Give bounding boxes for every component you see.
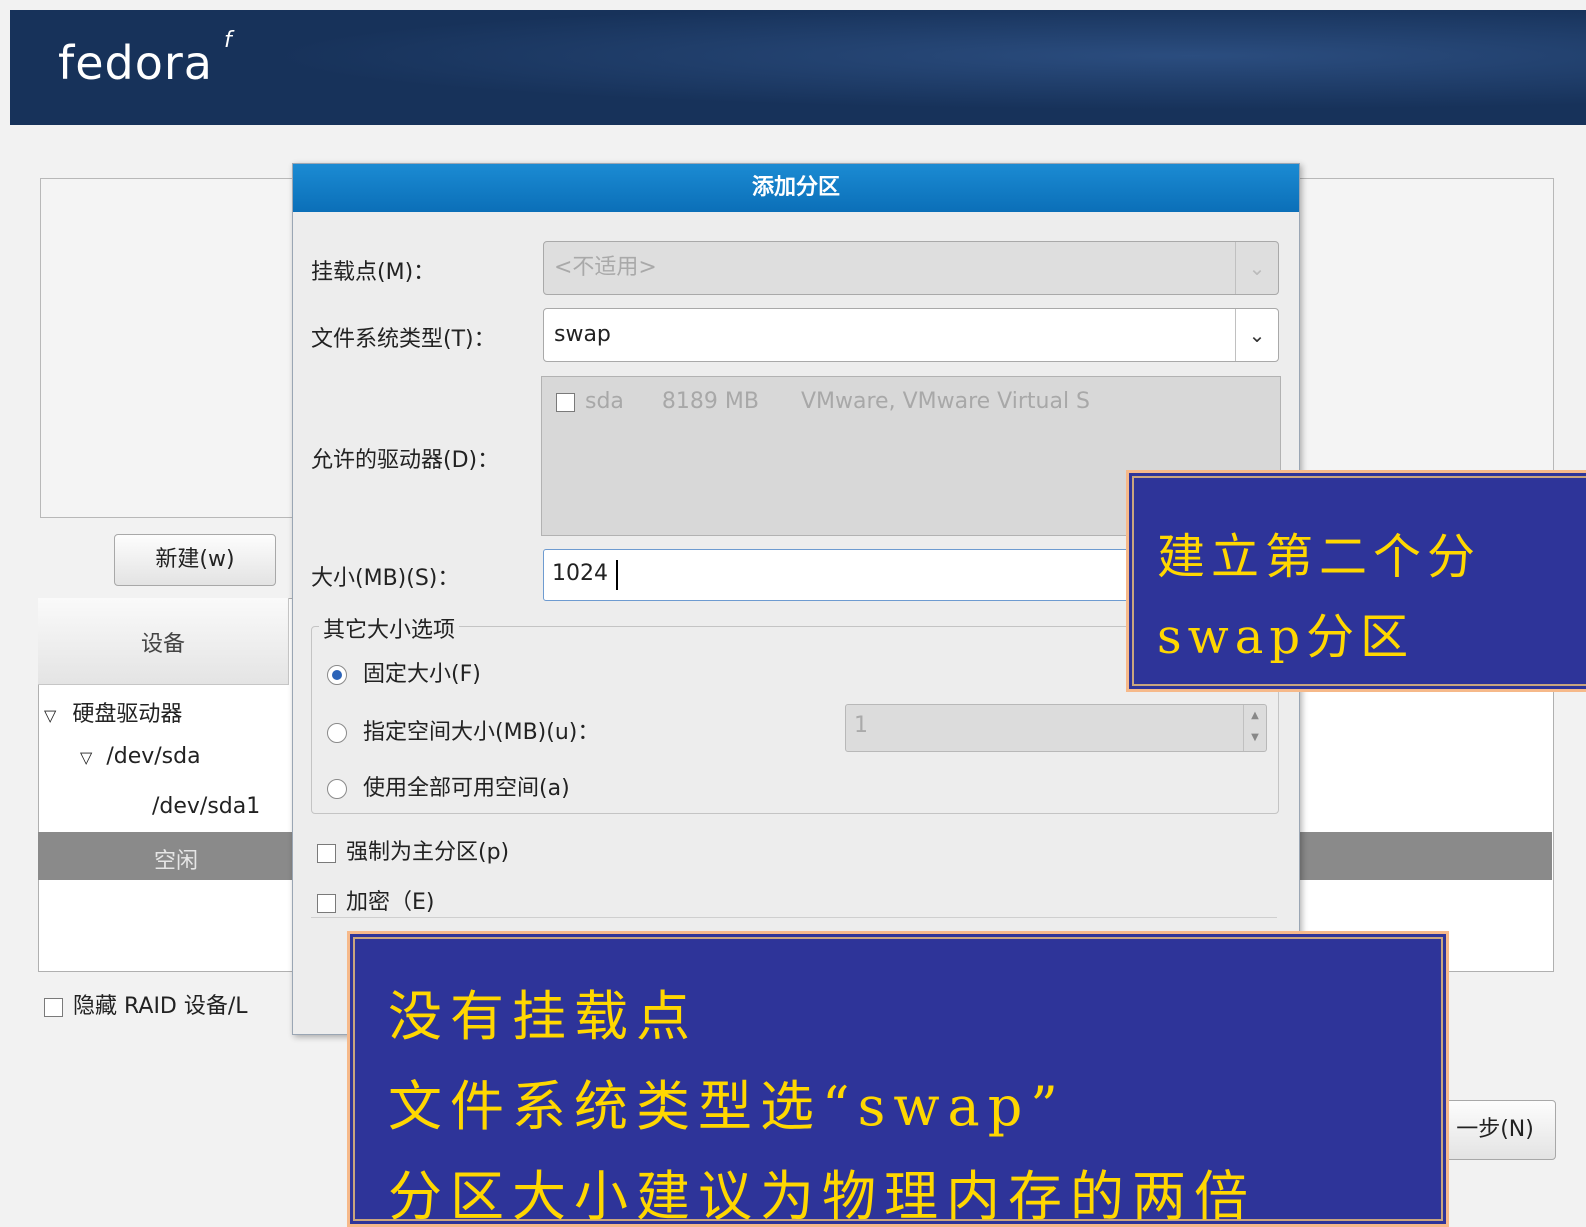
allowed-drives-label: 允许的驱动器(D)： bbox=[311, 448, 500, 473]
drive-checkbox[interactable] bbox=[556, 392, 575, 412]
dialog-separator bbox=[311, 917, 1277, 918]
fedora-logo-mark-icon: f bbox=[224, 28, 232, 53]
device-column-header[interactable]: 设备 bbox=[38, 598, 289, 685]
fill-upto-spinbox[interactable]: 1 ▲ ▼ bbox=[845, 704, 1267, 752]
annotation-line: 分区大小建议为物理内存的两倍 bbox=[388, 1165, 1256, 1227]
fixed-size-radio[interactable]: 固定大小(F) bbox=[327, 656, 481, 688]
checkbox-box[interactable] bbox=[317, 843, 336, 863]
fs-type-label: 文件系统类型(T)： bbox=[311, 327, 496, 352]
fs-type-combo[interactable]: swap ⌄ bbox=[543, 308, 1279, 362]
fill-upto-value: 1 bbox=[854, 713, 868, 738]
mount-point-label: 挂载点(M)： bbox=[311, 260, 436, 285]
checkbox-box[interactable] bbox=[317, 893, 336, 913]
text-cursor bbox=[616, 560, 618, 590]
radio-selected-icon[interactable] bbox=[327, 665, 347, 685]
next-button[interactable]: 一步(N) bbox=[1434, 1100, 1556, 1160]
drive-row-sda[interactable]: sda 8189 MB VMware, VMware Virtual S bbox=[556, 389, 1090, 414]
fill-upto-radio[interactable]: 指定空间大小(MB)(u)： bbox=[327, 714, 599, 746]
other-size-options-legend: 其它大小选项 bbox=[319, 612, 460, 644]
annotation-swap-instructions: 没有挂载点 文件系统类型选“swap” 分区大小建议为物理内存的两倍 bbox=[347, 931, 1449, 1227]
fedora-logo: fedora bbox=[58, 36, 213, 90]
hide-raid-label: 隐藏 RAID 设备/L bbox=[73, 994, 248, 1019]
chevron-down-icon: ⌄ bbox=[1235, 309, 1278, 361]
tree-row-label: /dev/sda bbox=[106, 744, 201, 769]
fedora-banner bbox=[10, 10, 1586, 125]
fixed-size-label: 固定大小(F) bbox=[363, 662, 481, 687]
device-column-label: 设备 bbox=[140, 632, 185, 657]
drive-model: VMware, VMware Virtual S bbox=[800, 389, 1091, 414]
force-primary-checkbox[interactable]: 强制为主分区(p) bbox=[317, 834, 509, 866]
fill-all-radio[interactable]: 使用全部可用空间(a) bbox=[327, 770, 570, 802]
force-primary-label: 强制为主分区(p) bbox=[346, 840, 510, 865]
drive-name: sda bbox=[585, 389, 624, 414]
tree-row-label: 空闲 bbox=[154, 849, 199, 874]
size-label: 大小(MB)(S)： bbox=[311, 566, 460, 591]
spin-arrows-icon[interactable]: ▲ ▼ bbox=[1243, 705, 1266, 751]
size-value: 1024 bbox=[552, 561, 608, 586]
annotation-second-partition: 建立第二个分 swap分区 bbox=[1126, 470, 1586, 692]
annotation-line: swap分区 bbox=[1157, 609, 1415, 665]
annotation-line: 文件系统类型选“swap” bbox=[388, 1075, 1066, 1138]
annotation-line: 没有挂载点 bbox=[388, 985, 698, 1048]
dialog-title: 添加分区 bbox=[293, 164, 1299, 212]
mount-point-combo[interactable]: <不适用> ⌄ bbox=[543, 241, 1279, 295]
expander-down-icon[interactable]: ▽ bbox=[80, 748, 92, 767]
tree-row-label: /dev/sda1 bbox=[152, 794, 261, 819]
mount-point-value: <不适用> bbox=[554, 255, 657, 280]
drive-size: 8189 MB bbox=[661, 389, 759, 414]
hide-raid-checkbox[interactable]: 隐藏 RAID 设备/L bbox=[44, 988, 248, 1020]
checkbox-box[interactable] bbox=[44, 997, 63, 1017]
tree-row-label: 硬盘驱动器 bbox=[72, 702, 183, 727]
encrypt-label: 加密（E) bbox=[346, 890, 435, 915]
fs-type-value: swap bbox=[554, 322, 611, 347]
tree-row-dev-sda[interactable]: ▽ /dev/sda bbox=[80, 744, 201, 769]
radio-icon[interactable] bbox=[327, 779, 347, 799]
new-partition-button[interactable]: 新建(w) bbox=[114, 534, 276, 586]
encrypt-checkbox[interactable]: 加密（E) bbox=[317, 884, 434, 916]
fill-all-label: 使用全部可用空间(a) bbox=[363, 776, 570, 801]
annotation-line: 建立第二个分 bbox=[1157, 529, 1482, 585]
radio-icon[interactable] bbox=[327, 723, 347, 743]
chevron-down-icon: ⌄ bbox=[1235, 242, 1278, 294]
tree-row-hard-drives[interactable]: ▽ 硬盘驱动器 bbox=[44, 696, 182, 728]
fill-upto-label: 指定空间大小(MB)(u)： bbox=[363, 720, 600, 745]
expander-down-icon[interactable]: ▽ bbox=[44, 706, 56, 725]
tree-row-dev-sda1[interactable]: /dev/sda1 bbox=[152, 794, 260, 819]
